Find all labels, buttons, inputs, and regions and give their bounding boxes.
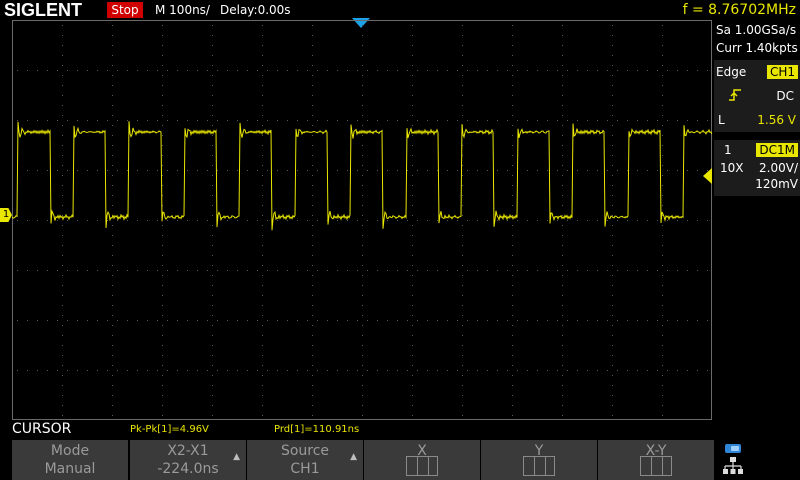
softkey-value: Manual	[44, 461, 96, 477]
menu-title: CURSOR	[12, 421, 72, 437]
cursor-x-icon	[406, 456, 438, 476]
frequency-counter: f = 8.76702MHz	[682, 2, 796, 18]
softkey-mode[interactable]: Mode Manual	[12, 440, 128, 480]
knob-adjust-icon: ▲	[350, 452, 357, 462]
softkey-source[interactable]: Source CH1 ▲	[247, 440, 363, 480]
vertical-scale: 2.00V/	[759, 161, 798, 175]
top-status-bar: SIGLENT Stop M 100ns/ Delay:0.00s f = 8.…	[0, 0, 800, 20]
softkey-x[interactable]: X	[364, 440, 480, 480]
vertical-offset: 120mV	[755, 177, 798, 191]
trigger-level-marker[interactable]	[703, 168, 712, 184]
probe-attenuation: 10X	[720, 161, 744, 175]
softkey-label: X2-X1	[167, 443, 209, 459]
trigger-level-value: 1.56 V	[757, 113, 796, 127]
measurement-period: Prd[1]=110.91ns	[274, 424, 360, 435]
timebase-readout[interactable]: M 100ns/	[155, 2, 210, 18]
measurement-bar	[0, 420, 800, 438]
measurement-pkpk: Pk-Pk[1]=4.96V	[130, 424, 209, 435]
cursor-y-icon	[523, 456, 555, 476]
cursor-xy-icon	[640, 456, 672, 476]
run-stop-indicator[interactable]: Stop	[107, 2, 143, 18]
trigger-level-label: L	[718, 113, 725, 127]
trigger-panel[interactable]: Edge CH1 DC L 1.56 V	[714, 60, 800, 132]
trigger-source: CH1	[766, 65, 798, 79]
graticule	[17, 25, 708, 416]
network-icon	[723, 444, 743, 474]
info-panel: Sa 1.00GSa/s Curr 1.40kpts Edge CH1 DC L…	[712, 20, 800, 420]
rising-edge-icon	[728, 88, 742, 102]
waveform-display[interactable]	[12, 20, 712, 420]
softkey-bar: Mode Manual X2-X1 -224.0ns ▲ Source CH1 …	[0, 438, 800, 480]
softkey-value: -224.0ns	[157, 461, 219, 477]
delay-readout[interactable]: Delay:0.00s	[220, 2, 291, 18]
softkey-label: Mode	[50, 443, 90, 459]
channel-panel[interactable]: 1 DC1M 10X 2.00V/ 120mV	[714, 140, 800, 196]
ch1-offset-marker[interactable]: 1	[0, 208, 12, 222]
memory-depth: Curr 1.40kpts	[716, 41, 798, 55]
brand-logo: SIGLENT	[4, 0, 83, 20]
softkey-value: CH1	[290, 461, 320, 477]
trigger-type: Edge	[716, 65, 747, 79]
softkey-label: Source	[280, 443, 330, 459]
softkey-x-y[interactable]: X-Y	[598, 440, 714, 480]
channel-coupling: DC1M	[756, 143, 798, 157]
sample-rate: Sa 1.00GSa/s	[716, 23, 797, 37]
knob-adjust-icon: ▲	[233, 452, 240, 462]
softkey-x2-x1[interactable]: X2-X1 -224.0ns ▲	[130, 440, 246, 480]
channel-number: 1	[724, 143, 732, 157]
softkey-y[interactable]: Y	[481, 440, 597, 480]
trigger-coupling: DC	[776, 89, 794, 103]
